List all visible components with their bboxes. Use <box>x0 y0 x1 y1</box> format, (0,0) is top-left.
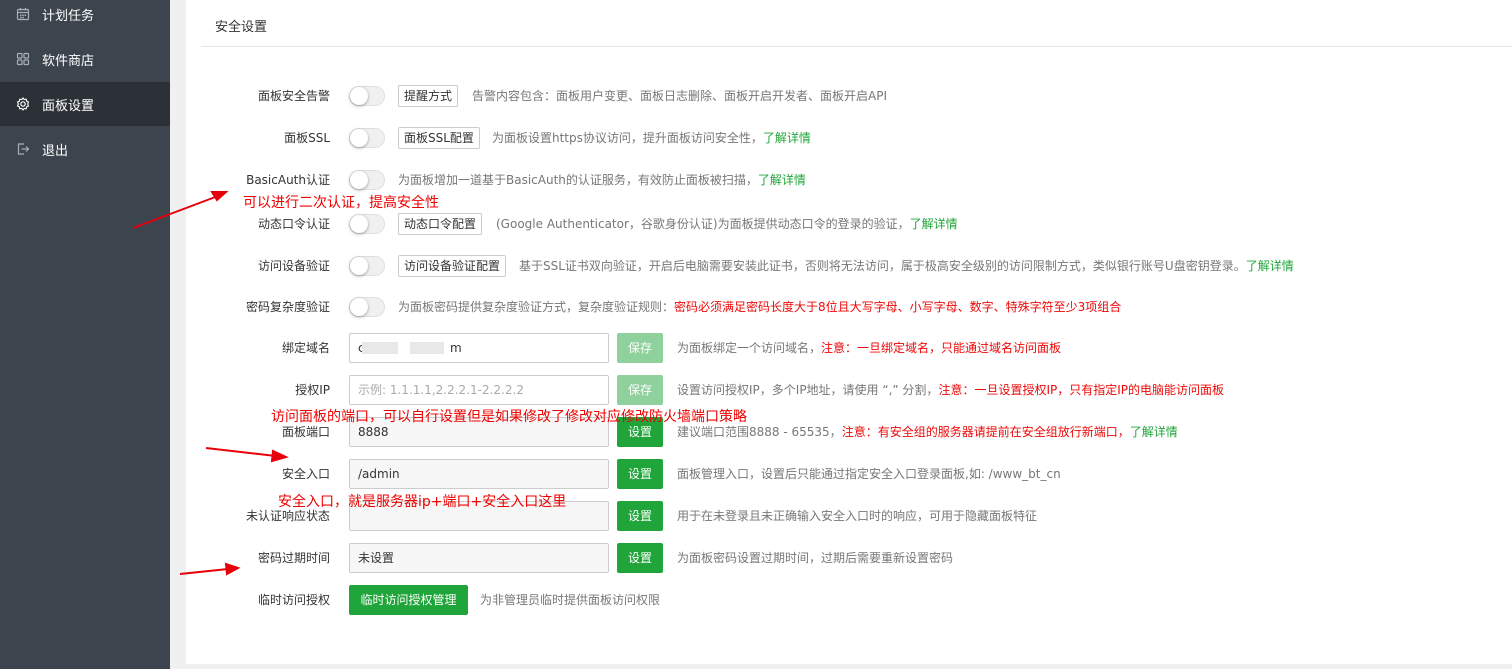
arrow-basic-auth <box>132 195 219 229</box>
arrow-port <box>205 447 277 457</box>
arrow-head <box>210 191 229 202</box>
annotation-arrows <box>132 191 289 576</box>
arrow-pwd-expire <box>179 568 229 575</box>
arrow-head <box>270 449 289 463</box>
arrow-head <box>224 562 241 576</box>
